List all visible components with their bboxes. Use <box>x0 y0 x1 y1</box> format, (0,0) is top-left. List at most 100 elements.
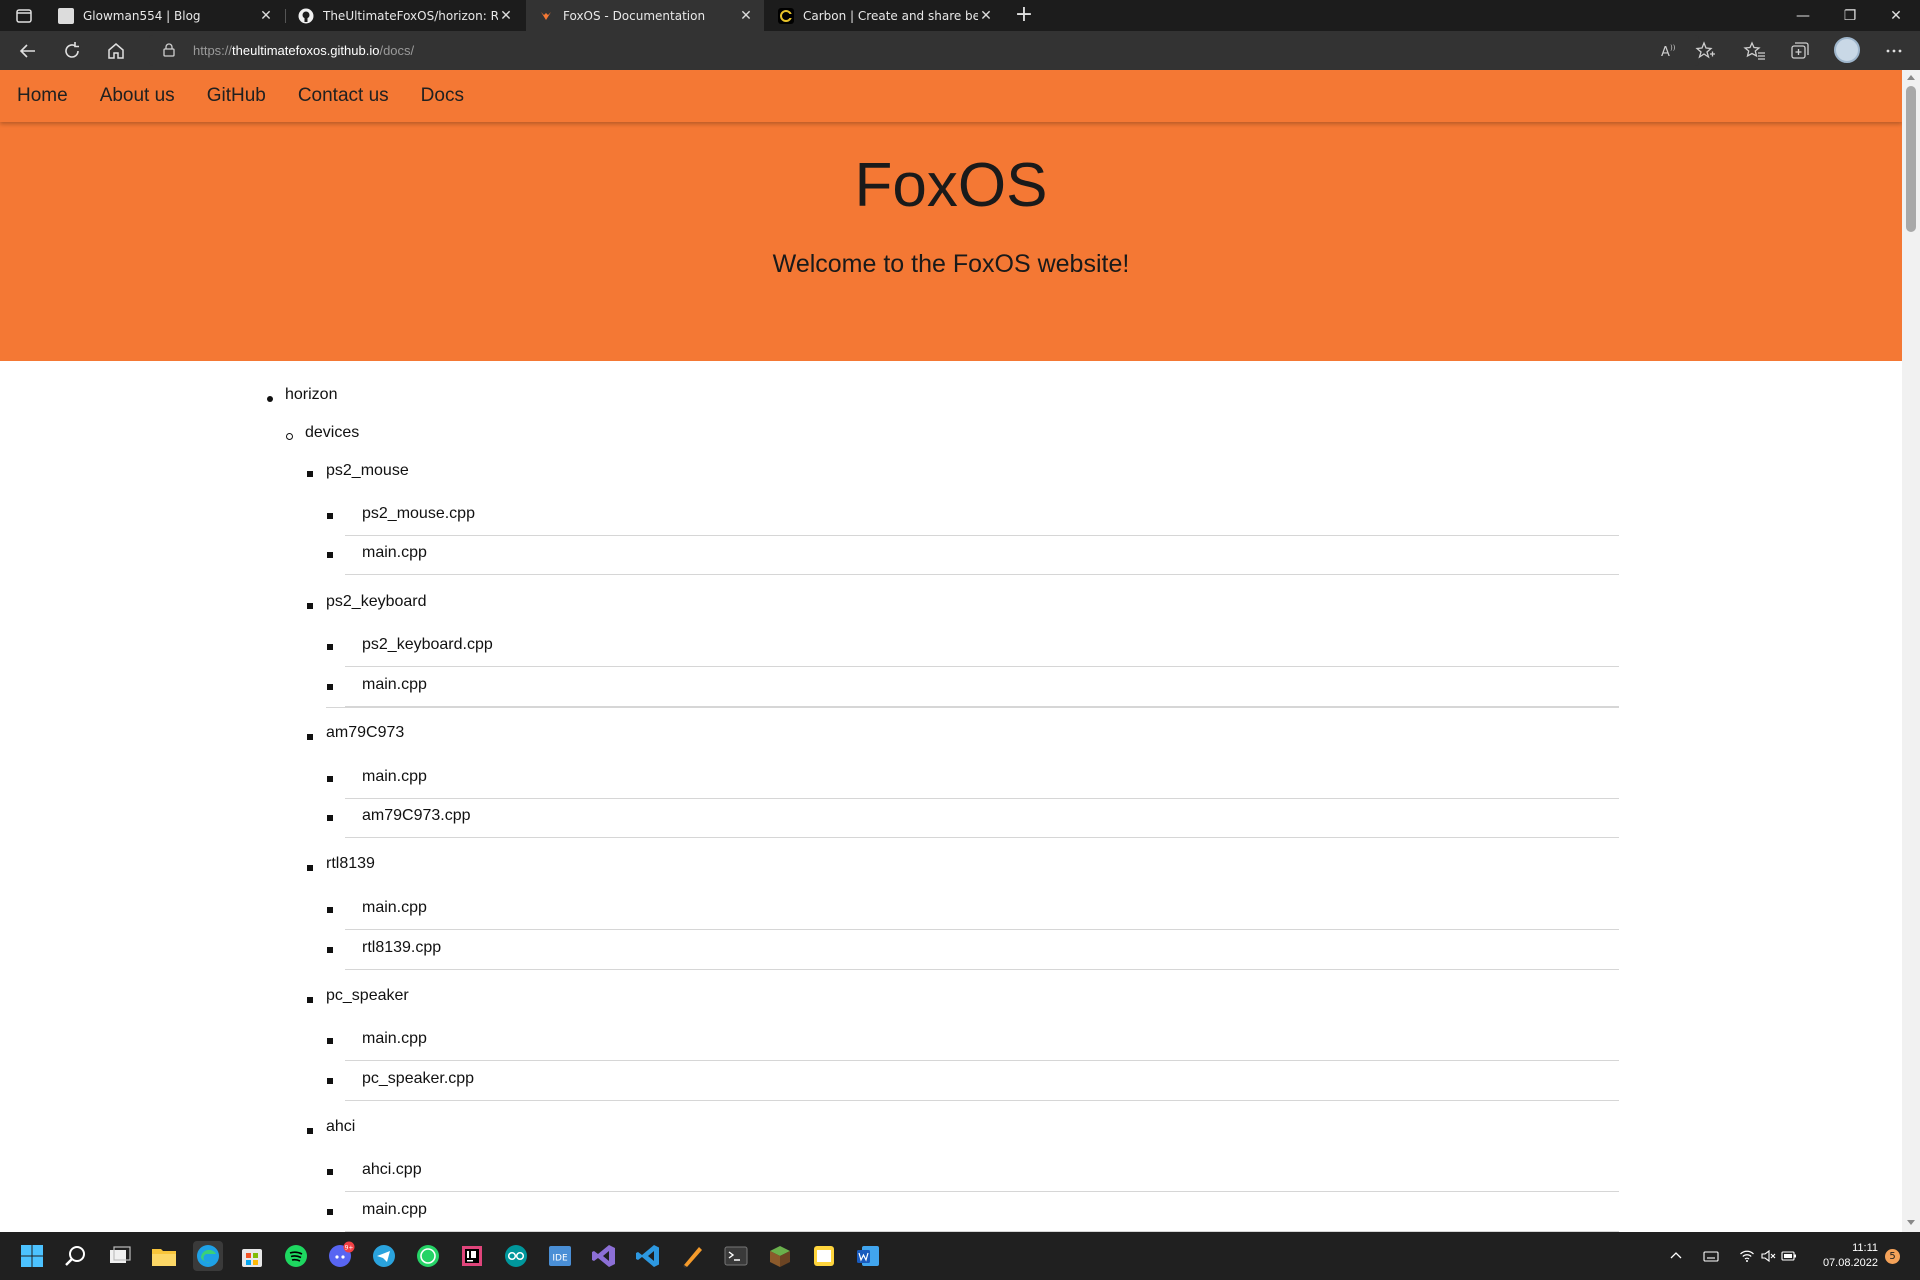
square-bullet <box>307 1128 313 1134</box>
add-favorite-icon[interactable] <box>1693 39 1717 63</box>
arduino-icon[interactable] <box>501 1241 531 1271</box>
back-icon[interactable] <box>16 39 40 63</box>
nav-home-link[interactable]: Home <box>17 85 68 107</box>
store-icon[interactable] <box>237 1241 267 1271</box>
notification-badge[interactable]: 5 <box>1885 1249 1900 1264</box>
telegram-icon[interactable] <box>369 1241 399 1271</box>
nav-docs-link[interactable]: Docs <box>421 85 464 107</box>
new-tab-button[interactable]: + <box>1011 3 1037 29</box>
file-link[interactable]: main.cpp <box>362 1201 427 1219</box>
tree-group-item[interactable]: pc_speaker <box>326 987 409 1005</box>
close-tab-icon[interactable]: ✕ <box>258 8 274 24</box>
show-hidden-icons-icon[interactable] <box>1668 1248 1684 1264</box>
tree-group-item[interactable]: ps2_mouse <box>326 462 409 480</box>
close-window-icon[interactable]: ✕ <box>1886 6 1906 26</box>
minimize-icon[interactable]: — <box>1793 6 1813 26</box>
address-bar[interactable]: https://theultimatefoxos.github.io/docs/ <box>149 35 1699 66</box>
file-explorer-icon[interactable] <box>149 1241 179 1271</box>
tree-root-item[interactable]: horizon <box>285 386 337 404</box>
page-scrollbar[interactable] <box>1902 70 1920 1232</box>
file-row[interactable]: main.cpp <box>327 537 1619 575</box>
divider <box>326 707 1619 708</box>
url-path: /docs/ <box>379 43 415 58</box>
collections-icon[interactable] <box>1787 39 1811 63</box>
nav-contact-link[interactable]: Contact us <box>298 85 389 107</box>
refresh-icon[interactable] <box>60 39 84 63</box>
close-tab-icon[interactable]: ✕ <box>738 8 754 24</box>
hero-banner: FoxOS Welcome to the FoxOS website! <box>0 122 1902 361</box>
read-aloud-icon[interactable]: A )) <box>1657 39 1681 63</box>
edge-icon[interactable] <box>193 1241 223 1271</box>
tree-folder-item[interactable]: devices <box>305 424 359 442</box>
file-link[interactable]: rtl8139.cpp <box>362 939 441 957</box>
vscode-icon[interactable] <box>633 1241 663 1271</box>
file-link[interactable]: main.cpp <box>362 676 427 694</box>
word-icon[interactable] <box>853 1241 883 1271</box>
file-link[interactable]: ps2_mouse.cpp <box>362 505 475 523</box>
intellij-icon[interactable] <box>457 1241 487 1271</box>
file-row[interactable]: main.cpp <box>327 761 1619 799</box>
whatsapp-icon[interactable] <box>413 1241 443 1271</box>
profile-avatar[interactable] <box>1834 37 1860 63</box>
volume-muted-icon[interactable] <box>1760 1248 1776 1264</box>
file-link[interactable]: main.cpp <box>362 768 427 786</box>
square-bullet <box>327 815 333 821</box>
tab-foxos-docs[interactable]: FoxOS - Documentation ✕ <box>526 0 764 31</box>
tree-group-item[interactable]: rtl8139 <box>326 855 375 873</box>
file-link[interactable]: main.cpp <box>362 899 427 917</box>
scroll-down-icon[interactable] <box>1907 1220 1915 1225</box>
circle-bullet <box>286 433 293 440</box>
tree-group-item[interactable]: ahci <box>326 1118 355 1136</box>
file-row[interactable]: ps2_mouse.cpp <box>327 498 1619 536</box>
arduino-ide-icon[interactable]: IDE <box>545 1241 575 1271</box>
system-clock[interactable]: 11:11 07.08.2022 <box>1808 1241 1878 1271</box>
file-row[interactable]: main.cpp <box>327 1194 1619 1232</box>
file-row[interactable]: main.cpp <box>327 1023 1619 1061</box>
paint-icon[interactable] <box>677 1241 707 1271</box>
file-link[interactable]: main.cpp <box>362 544 427 562</box>
file-row[interactable]: rtl8139.cpp <box>327 932 1619 970</box>
scroll-up-icon[interactable] <box>1907 75 1915 80</box>
tab-carbon[interactable]: Carbon | Create and share beaut ✕ <box>766 0 1004 31</box>
file-link[interactable]: am79C973.cpp <box>362 807 471 825</box>
lock-icon[interactable] <box>161 42 177 58</box>
file-row[interactable]: main.cpp <box>327 669 1619 707</box>
tree-group-item[interactable]: ps2_keyboard <box>326 593 427 611</box>
file-link[interactable]: main.cpp <box>362 1030 427 1048</box>
file-row[interactable]: ahci.cpp <box>327 1154 1619 1192</box>
file-link[interactable]: ps2_keyboard.cpp <box>362 636 493 654</box>
file-row[interactable]: main.cpp <box>327 892 1619 930</box>
file-row[interactable]: pc_speaker.cpp <box>327 1063 1619 1101</box>
home-icon[interactable] <box>104 39 128 63</box>
visual-studio-icon[interactable] <box>589 1241 619 1271</box>
sticky-notes-icon[interactable] <box>809 1241 839 1271</box>
restore-icon[interactable]: ❐ <box>1840 6 1860 26</box>
tab-github[interactable]: TheUltimateFoxOS/horizon: Rew ✕ <box>286 0 524 31</box>
discord-icon[interactable]: 9+ <box>325 1241 355 1271</box>
more-menu-icon[interactable] <box>1882 39 1906 63</box>
page-subtitle: Welcome to the FoxOS website! <box>772 250 1130 278</box>
spotify-icon[interactable] <box>281 1241 311 1271</box>
favorites-icon[interactable] <box>1743 39 1767 63</box>
tab-blog[interactable]: Glowman554 | Blog ✕ <box>46 0 284 31</box>
wifi-icon[interactable] <box>1739 1248 1755 1264</box>
task-view-icon[interactable] <box>105 1241 135 1271</box>
close-tab-icon[interactable]: ✕ <box>498 8 514 24</box>
nav-github-link[interactable]: GitHub <box>207 85 266 107</box>
file-link[interactable]: pc_speaker.cpp <box>362 1070 474 1088</box>
start-icon[interactable] <box>17 1241 47 1271</box>
terminal-icon[interactable] <box>721 1241 751 1271</box>
battery-icon[interactable] <box>1781 1248 1797 1264</box>
file-row[interactable]: am79C973.cpp <box>327 800 1619 838</box>
file-row[interactable]: ps2_keyboard.cpp <box>327 629 1619 667</box>
blog-favicon <box>58 7 74 24</box>
tab-actions-icon[interactable] <box>10 5 38 27</box>
search-icon[interactable] <box>61 1241 91 1271</box>
file-link[interactable]: ahci.cpp <box>362 1161 422 1179</box>
tree-group-item[interactable]: am79C973 <box>326 724 404 742</box>
keyboard-icon[interactable] <box>1703 1248 1719 1264</box>
scroll-thumb[interactable] <box>1906 86 1916 232</box>
minecraft-icon[interactable] <box>765 1241 795 1271</box>
close-tab-icon[interactable]: ✕ <box>978 8 994 24</box>
nav-about-link[interactable]: About us <box>100 85 175 107</box>
